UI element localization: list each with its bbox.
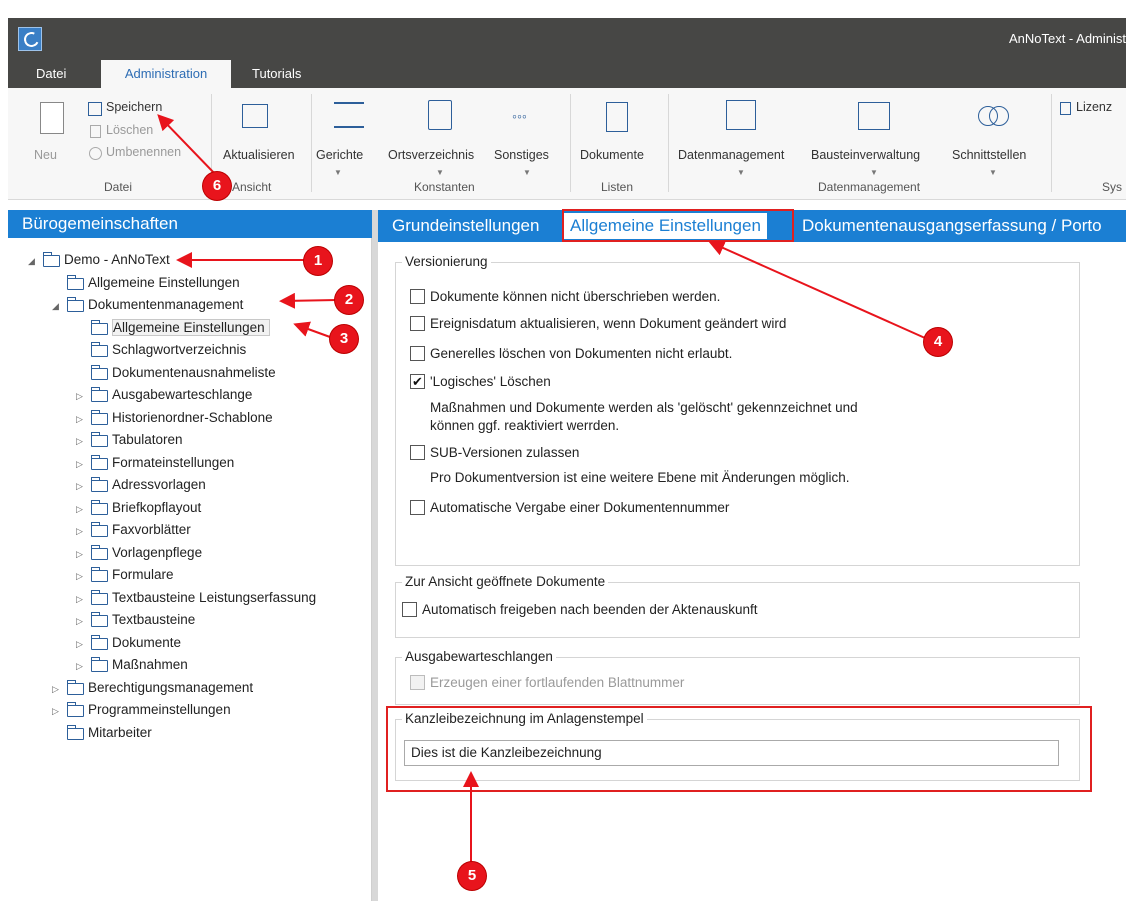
annotation-badge-5: 5 xyxy=(458,862,486,890)
annotation-arrows xyxy=(157,114,926,865)
annotation-badge-6: 6 xyxy=(203,172,231,200)
annotation-badge-1: 1 xyxy=(304,247,332,275)
annotation-badge-4: 4 xyxy=(924,328,952,356)
annotation-badge-2: 2 xyxy=(335,286,363,314)
annotation-badge-3: 3 xyxy=(330,325,358,353)
